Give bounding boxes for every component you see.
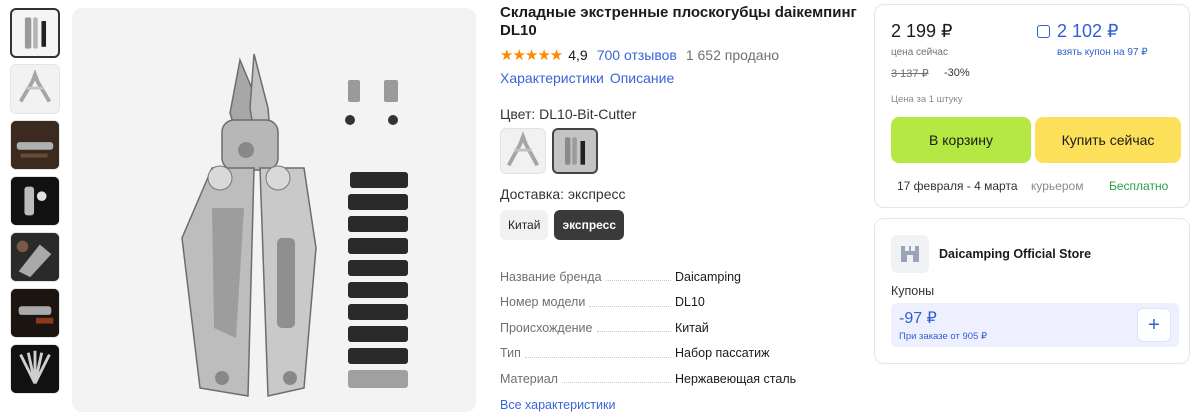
spec-key: Номер модели — [500, 295, 586, 310]
current-price: 2 199 ₽ — [891, 21, 953, 41]
main-product-image[interactable] — [72, 8, 476, 412]
thumbnail-2[interactable] — [10, 64, 60, 114]
buy-now-button[interactable]: Купить сейчас — [1035, 117, 1181, 163]
sold-count: 1 652 продано — [685, 47, 780, 63]
unit-price-note: Цена за 1 штуку — [891, 94, 963, 105]
spec-key: Происхождение — [500, 320, 593, 335]
product-title: Складные экстренные плоскогубцы daiкемпи… — [500, 4, 857, 39]
discount-badge: -30% — [944, 67, 970, 79]
delivery-label: Доставка: экспресс — [500, 186, 626, 202]
coupons-label: Купоны — [891, 284, 935, 298]
coupon-price-toggle[interactable]: 2 102 ₽ — [1037, 21, 1119, 42]
plus-icon: + — [1137, 308, 1171, 342]
all-specs-link[interactable]: Все характеристики — [500, 398, 860, 412]
spec-value: Нержавеющая сталь — [675, 371, 797, 386]
reviews-link[interactable]: 700 отзывов — [597, 47, 677, 63]
coupon-amount: -97 ₽ — [899, 310, 937, 327]
tab-description[interactable]: Описание — [610, 70, 674, 86]
thumbnail-1[interactable] — [10, 8, 60, 58]
product-info: Складные экстренные плоскогубцы daiкемпи… — [500, 4, 860, 412]
thumbnail-6[interactable] — [10, 288, 60, 338]
add-to-cart-button[interactable]: В корзину — [891, 117, 1031, 163]
info-tabs: Характеристики Описание — [500, 70, 860, 86]
tab-specs[interactable]: Характеристики — [500, 70, 604, 86]
coupon-price-label[interactable]: взять купон на 97 ₽ — [1057, 47, 1148, 58]
store-card: Daicamping Official Store Купоны -97 ₽ П… — [874, 218, 1190, 364]
specs-list: Название бренда Daicamping Номер модели … — [500, 264, 860, 392]
spec-row: Происхождение Китай — [500, 315, 860, 341]
coupon-condition: При заказе от 905 ₽ — [899, 331, 988, 342]
delivery-option-express[interactable]: экспресс — [554, 210, 625, 240]
coupon-checkbox[interactable] — [1037, 25, 1050, 38]
color-label: Цвет: DL10-Bit-Cutter — [500, 106, 637, 122]
delivery-cost: Бесплатно — [1109, 179, 1169, 193]
thumbnail-7[interactable] — [10, 344, 60, 394]
current-price-label: цена сейчас — [891, 47, 948, 58]
color-swatch-1[interactable] — [500, 128, 546, 174]
spec-row: Тип Набор пассатиж — [500, 341, 860, 367]
spec-key: Материал — [500, 371, 558, 386]
color-swatch-2[interactable] — [552, 128, 598, 174]
price-card: 2 199 ₽ цена сейчас 2 102 ₽ взять купон … — [874, 4, 1190, 208]
rating-stars-icon: ★★★★★ — [500, 47, 563, 64]
spec-key: Название бренда — [500, 269, 602, 284]
store-coupon[interactable]: -97 ₽ При заказе от 905 ₽ — [891, 303, 1143, 347]
delivery-date: 17 февраля - 4 марта — [897, 179, 1018, 193]
store-name[interactable]: Daicamping Official Store — [939, 247, 1091, 261]
spec-value: Китай — [675, 320, 709, 335]
thumbnail-4[interactable] — [10, 176, 60, 226]
old-price: 3 137 ₽ — [891, 68, 929, 80]
spec-row: Название бренда Daicamping — [500, 264, 860, 290]
rating-row: ★★★★★ 4,9 700 отзывов 1 652 продано — [500, 46, 860, 64]
thumbnail-3[interactable] — [10, 120, 60, 170]
delivery-options: Китай экспресс — [500, 210, 860, 240]
spec-row: Номер модели DL10 — [500, 290, 860, 316]
spec-row: Материал Нержавеющая сталь — [500, 366, 860, 392]
spec-value: Daicamping — [675, 269, 742, 284]
store-logo-icon[interactable] — [891, 235, 929, 273]
thumbnail-gallery — [10, 8, 62, 400]
coupon-price: 2 102 ₽ — [1057, 21, 1119, 41]
color-swatches — [500, 128, 860, 174]
delivery-method: курьером — [1031, 179, 1084, 193]
delivery-option-china[interactable]: Китай — [500, 210, 549, 240]
rating-value: 4,9 — [568, 47, 588, 63]
spec-value: DL10 — [675, 295, 705, 310]
claim-coupon-button[interactable]: + — [1129, 303, 1179, 347]
thumbnail-5[interactable] — [10, 232, 60, 282]
spec-value: Набор пассатиж — [675, 346, 770, 361]
spec-key: Тип — [500, 346, 521, 361]
